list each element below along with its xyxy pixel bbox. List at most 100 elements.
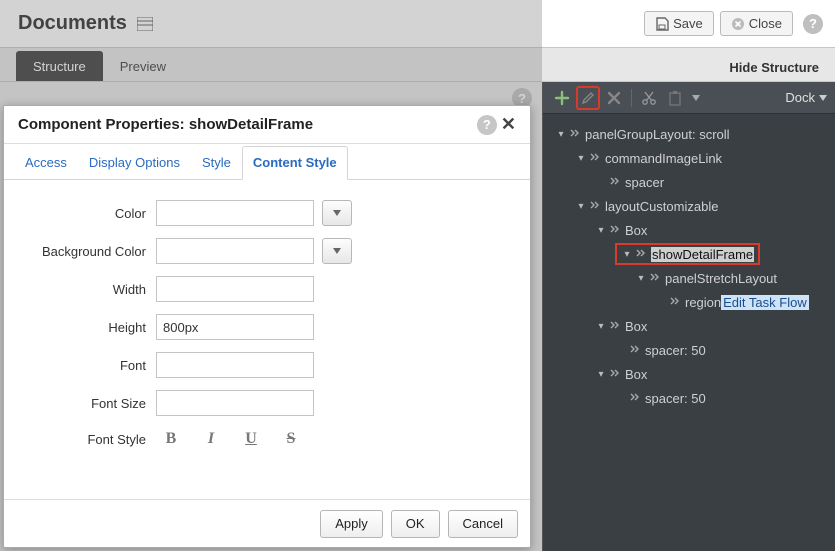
tree-node[interactable]: spacer: 50: [551, 338, 831, 362]
tree-node-label: panelStretchLayout: [665, 271, 777, 286]
tree-node-label: spacer: 50: [645, 391, 706, 406]
color-label: Color: [20, 206, 156, 221]
delete-icon[interactable]: [603, 87, 625, 109]
expand-icon[interactable]: ▾: [595, 321, 607, 332]
tag-icon: [609, 319, 621, 334]
apply-button[interactable]: Apply: [320, 510, 383, 538]
structure-toolbar: Dock: [543, 82, 835, 114]
font-size-label: Font Size: [20, 396, 156, 411]
save-icon: [655, 17, 669, 31]
tag-icon: [569, 127, 581, 142]
bgcolor-label: Background Color: [20, 244, 156, 259]
expand-icon[interactable]: ▾: [575, 153, 587, 164]
expand-icon[interactable]: ▾: [635, 273, 647, 284]
add-icon[interactable]: [551, 87, 573, 109]
expand-icon[interactable]: ▾: [621, 249, 633, 260]
expand-icon[interactable]: ▾: [555, 129, 567, 140]
close-button[interactable]: Close: [720, 11, 793, 36]
tree-node-label: layoutCustomizable: [605, 199, 718, 214]
tree-node[interactable]: region Edit Task Flow: [551, 290, 831, 314]
paste-icon[interactable]: [664, 87, 686, 109]
close-circle-icon: [731, 17, 745, 31]
dialog-body: Color Background Color Width Height Font: [4, 180, 530, 499]
dialog-help-icon[interactable]: ?: [477, 115, 497, 135]
tab-display-options[interactable]: Display Options: [78, 146, 191, 179]
bgcolor-dropdown[interactable]: [322, 238, 352, 264]
tree-node-label: spacer: [625, 175, 664, 190]
cut-icon[interactable]: [638, 87, 660, 109]
app-header: Documents Save Close ?: [0, 0, 835, 48]
tree-node[interactable]: ▾ panelStretchLayout: [551, 266, 831, 290]
dock-menu[interactable]: Dock: [785, 90, 827, 105]
tag-icon: [609, 223, 621, 238]
help-icon[interactable]: ?: [803, 14, 823, 34]
page-title: Documents: [18, 12, 127, 35]
save-button[interactable]: Save: [644, 11, 714, 36]
tree-node-label: Box: [625, 367, 647, 382]
component-properties-dialog: Component Properties: showDetailFrame ? …: [3, 105, 531, 548]
ok-button[interactable]: OK: [391, 510, 440, 538]
close-label: Close: [749, 16, 782, 31]
view-tabs-bar: Structure Preview Hide Structure: [0, 48, 835, 82]
tag-icon: [609, 367, 621, 382]
width-label: Width: [20, 282, 156, 297]
tree-node[interactable]: ▾ Box: [551, 314, 831, 338]
tree-node[interactable]: spacer: 50: [551, 386, 831, 410]
content-style-form[interactable]: Color Background Color Width Height Font: [10, 186, 518, 493]
tag-icon: [589, 199, 601, 214]
component-tree[interactable]: ▾ panelGroupLayout: scroll ▾ commandImageLi…: [543, 114, 835, 551]
dialog-close-icon[interactable]: ✕: [497, 114, 520, 135]
tree-node-label: Box: [625, 319, 647, 334]
expand-icon[interactable]: ▾: [595, 369, 607, 380]
documents-icon: [137, 17, 153, 31]
underline-button[interactable]: U: [240, 428, 262, 450]
tree-node[interactable]: ▾Box: [551, 218, 831, 242]
cancel-button[interactable]: Cancel: [448, 510, 518, 538]
font-label: Font: [20, 358, 156, 373]
width-input[interactable]: [156, 276, 314, 302]
tag-icon: [669, 295, 681, 310]
hide-structure-link[interactable]: Hide Structure: [729, 60, 819, 81]
tag-icon: [609, 175, 621, 190]
tree-node-label: commandImageLink: [605, 151, 722, 166]
tree-node[interactable]: ▾ Box: [551, 362, 831, 386]
tag-icon: [629, 391, 641, 406]
dialog-title: Component Properties: showDetailFrame: [18, 116, 313, 133]
bgcolor-input[interactable]: [156, 238, 314, 264]
save-label: Save: [673, 16, 703, 31]
structure-panel: Dock ▾ panelGroupLayout: scroll ▾ commandIm…: [542, 82, 835, 551]
tag-icon: [649, 271, 661, 286]
tag-icon: [635, 247, 647, 262]
color-dropdown[interactable]: [322, 200, 352, 226]
tab-content-style[interactable]: Content Style: [242, 146, 348, 180]
font-style-label: Font Style: [20, 432, 156, 447]
expand-icon[interactable]: ▾: [595, 225, 607, 236]
edit-task-flow-link[interactable]: Edit Task Flow: [721, 295, 809, 310]
expand-icon[interactable]: ▾: [575, 201, 587, 212]
tree-node[interactable]: ▾ layoutCustomizable: [551, 194, 831, 218]
bold-button[interactable]: B: [160, 428, 182, 450]
height-label: Height: [20, 320, 156, 335]
font-size-input[interactable]: [156, 390, 314, 416]
dock-label: Dock: [785, 90, 815, 105]
tree-node-label: panelGroupLayout: scroll: [585, 127, 730, 142]
tab-style[interactable]: Style: [191, 146, 242, 179]
tree-node[interactable]: ▾ panelGroupLayout: scroll: [551, 122, 831, 146]
toolbar-separator: [631, 89, 632, 107]
edit-properties-icon[interactable]: [577, 87, 599, 109]
tree-node-label: spacer: 50: [645, 343, 706, 358]
tree-node[interactable]: spacer: [551, 170, 831, 194]
tag-icon: [589, 151, 601, 166]
tab-structure[interactable]: Structure: [16, 51, 103, 81]
strikethrough-button[interactable]: S: [280, 428, 302, 450]
tab-preview[interactable]: Preview: [103, 51, 183, 81]
dialog-tabs: Access Display Options Style Content Sty…: [4, 144, 530, 180]
italic-button[interactable]: I: [200, 428, 222, 450]
tree-node[interactable]: ▾showDetailFrame: [551, 242, 831, 266]
paste-dropdown-icon[interactable]: [690, 87, 702, 109]
font-input[interactable]: [156, 352, 314, 378]
tab-access[interactable]: Access: [14, 146, 78, 179]
tree-node[interactable]: ▾ commandImageLink: [551, 146, 831, 170]
color-input[interactable]: [156, 200, 314, 226]
height-input[interactable]: [156, 314, 314, 340]
